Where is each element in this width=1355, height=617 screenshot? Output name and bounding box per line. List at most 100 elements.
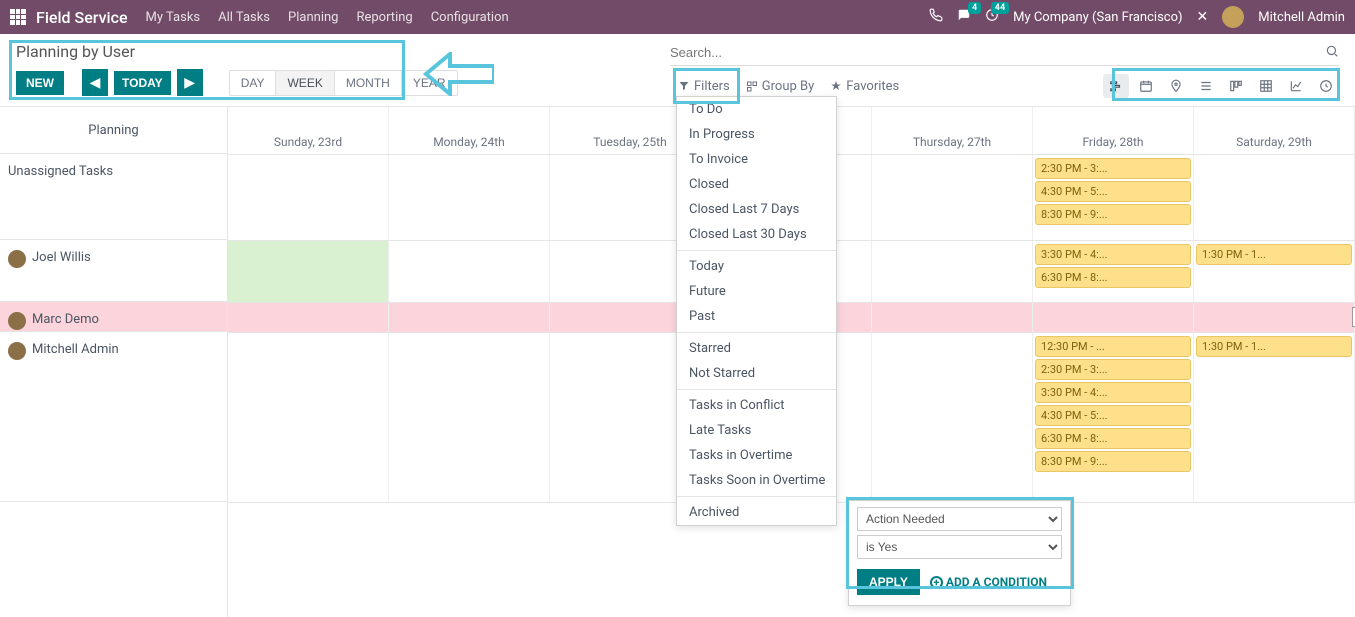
filter-option[interactable]: Closed Last 7 Days	[677, 197, 836, 222]
phone-icon[interactable]	[929, 8, 943, 26]
plus-icon: +	[930, 576, 943, 589]
user-name[interactable]: Mitchell Admin	[1258, 10, 1345, 25]
nav-all-tasks[interactable]: All Tasks	[218, 10, 270, 25]
gantt-row-label[interactable]: Mitchell Admin	[0, 332, 227, 502]
filter-option[interactable]: Starred	[677, 336, 836, 361]
filter-option[interactable]: Not Starred	[677, 361, 836, 386]
filter-option[interactable]: Closed Last 30 Days	[677, 222, 836, 247]
gantt-cell[interactable]: 3:30 PM - 4:...6:30 PM - 8:...	[1033, 241, 1194, 302]
filter-option[interactable]: Today	[677, 254, 836, 279]
task-pill[interactable]: 2:30 PM - 3:...	[1035, 158, 1191, 179]
chat-icon[interactable]: 4	[957, 8, 971, 26]
gantt-cell[interactable]	[1194, 303, 1355, 332]
apply-button[interactable]: APPLY	[857, 569, 920, 595]
apps-icon[interactable]	[10, 9, 26, 25]
separator	[677, 496, 836, 497]
search-input[interactable]	[670, 42, 1325, 63]
view-switcher	[1103, 74, 1339, 98]
scale-group: DAY WEEK MONTH YEAR	[229, 70, 458, 96]
user-avatar[interactable]	[1222, 6, 1244, 28]
filter-option[interactable]: Tasks in Overtime	[677, 443, 836, 468]
gantt-cell[interactable]	[389, 333, 550, 502]
task-pill[interactable]: 8:30 PM - 9:...	[1035, 204, 1191, 225]
next-button[interactable]: ▶	[177, 69, 203, 96]
nav-reporting[interactable]: Reporting	[356, 10, 412, 25]
task-pill[interactable]: 6:30 PM - 8:...	[1035, 428, 1191, 449]
favorites-button[interactable]: Favorites	[822, 76, 907, 97]
filters-button[interactable]: Filters	[670, 76, 738, 97]
view-map-icon[interactable]	[1163, 74, 1189, 98]
today-button[interactable]: TODAY	[114, 71, 171, 95]
filter-option[interactable]: Late Tasks	[677, 418, 836, 443]
add-condition-button[interactable]: +ADD A CONDITION	[930, 575, 1047, 589]
gantt-cell[interactable]: 1:30 PM - 1...	[1194, 333, 1355, 502]
filter-option[interactable]: Future	[677, 279, 836, 304]
debug-icon[interactable]: ✕	[1197, 9, 1209, 25]
filter-option[interactable]: Tasks Soon in Overtime	[677, 468, 836, 493]
gantt-cell[interactable]: 12:30 PM - ...2:30 PM - 3:...3:30 PM - 4…	[1033, 333, 1194, 502]
search-icon[interactable]	[1325, 44, 1339, 62]
gantt-cell[interactable]	[1033, 303, 1194, 332]
filter-option[interactable]: Past	[677, 304, 836, 329]
new-button[interactable]: NEW	[16, 71, 64, 95]
task-pill[interactable]: 3:30 PM - 4:...	[1035, 382, 1191, 403]
gantt-cell[interactable]	[872, 303, 1033, 332]
gantt-cell[interactable]	[228, 241, 389, 302]
gantt-row-label[interactable]: Unassigned Tasks	[0, 154, 227, 240]
task-pill[interactable]: 2:30 PM - 3:...	[1035, 359, 1191, 380]
gantt-row-label[interactable]: Joel Willis	[0, 240, 227, 302]
task-pill[interactable]: 1:30 PM - 1...	[1196, 244, 1352, 265]
nav-planning[interactable]: Planning	[288, 10, 338, 25]
task-pill[interactable]: 4:30 PM - 5:...	[1035, 181, 1191, 202]
task-pill[interactable]: 4:30 PM - 5:...	[1035, 405, 1191, 426]
task-pill[interactable]: 3:30 PM - 4:...	[1035, 244, 1191, 265]
nav-configuration[interactable]: Configuration	[431, 10, 509, 25]
groupby-button[interactable]: Group By	[738, 76, 823, 97]
gantt-cell[interactable]	[872, 333, 1033, 502]
scale-day[interactable]: DAY	[230, 71, 277, 95]
scale-year[interactable]: YEAR	[402, 71, 457, 95]
nav-my-tasks[interactable]: My Tasks	[146, 10, 201, 25]
gantt-cell[interactable]	[228, 303, 389, 332]
filter-option[interactable]: To Invoice	[677, 147, 836, 172]
scale-month[interactable]: MONTH	[335, 71, 402, 95]
gantt-cell[interactable]	[389, 241, 550, 302]
filter-option[interactable]: In Progress	[677, 122, 836, 147]
gantt-cell[interactable]	[1194, 155, 1355, 240]
task-pill[interactable]: 12:30 PM - ...	[1035, 336, 1191, 357]
filterbar: Filters Group By Favorites	[670, 74, 1339, 98]
gantt-cell[interactable]	[228, 155, 389, 240]
task-pill[interactable]: 6:30 PM - 8:...	[1035, 267, 1191, 288]
task-pill[interactable]: 1:30 PM - 1...	[1196, 336, 1352, 357]
filter-option[interactable]: Archived	[677, 500, 836, 525]
view-activity-icon[interactable]	[1313, 74, 1339, 98]
view-kanban-icon[interactable]	[1223, 74, 1249, 98]
filter-option[interactable]: Closed	[677, 172, 836, 197]
prev-button[interactable]: ◀	[82, 69, 108, 96]
row-label-text: Joel Willis	[32, 250, 91, 265]
clock-icon[interactable]: 44	[985, 8, 999, 26]
task-pill[interactable]: 8:30 PM - 9:...	[1035, 451, 1191, 472]
view-graph-icon[interactable]	[1283, 74, 1309, 98]
groupby-label: Group By	[762, 79, 815, 94]
view-gantt-icon[interactable]	[1103, 74, 1129, 98]
view-list-icon[interactable]	[1193, 74, 1219, 98]
row-label-text: Marc Demo	[32, 312, 99, 327]
gantt-cell[interactable]: 1:30 PM - 1...	[1194, 241, 1355, 302]
view-pivot-icon[interactable]	[1253, 74, 1279, 98]
custom-filter-field[interactable]: Action Needed	[857, 507, 1062, 531]
gantt-cell[interactable]	[228, 333, 389, 502]
gantt-cell[interactable]	[389, 155, 550, 240]
view-calendar-icon[interactable]	[1133, 74, 1159, 98]
gantt-row-label[interactable]: Marc Demo	[0, 302, 227, 332]
company-name[interactable]: My Company (San Francisco)	[1013, 10, 1182, 25]
gantt-cell[interactable]	[389, 303, 550, 332]
gantt-cell[interactable]: 2:30 PM - 3:...4:30 PM - 5:...8:30 PM - …	[1033, 155, 1194, 240]
brand-title[interactable]: Field Service	[36, 8, 128, 27]
custom-filter-condition[interactable]: is Yes	[857, 535, 1062, 559]
gantt-cell[interactable]	[872, 241, 1033, 302]
gantt-cell[interactable]	[872, 155, 1033, 240]
filter-option[interactable]: To Do	[677, 97, 836, 122]
scale-week[interactable]: WEEK	[276, 71, 334, 95]
filter-option[interactable]: Tasks in Conflict	[677, 393, 836, 418]
